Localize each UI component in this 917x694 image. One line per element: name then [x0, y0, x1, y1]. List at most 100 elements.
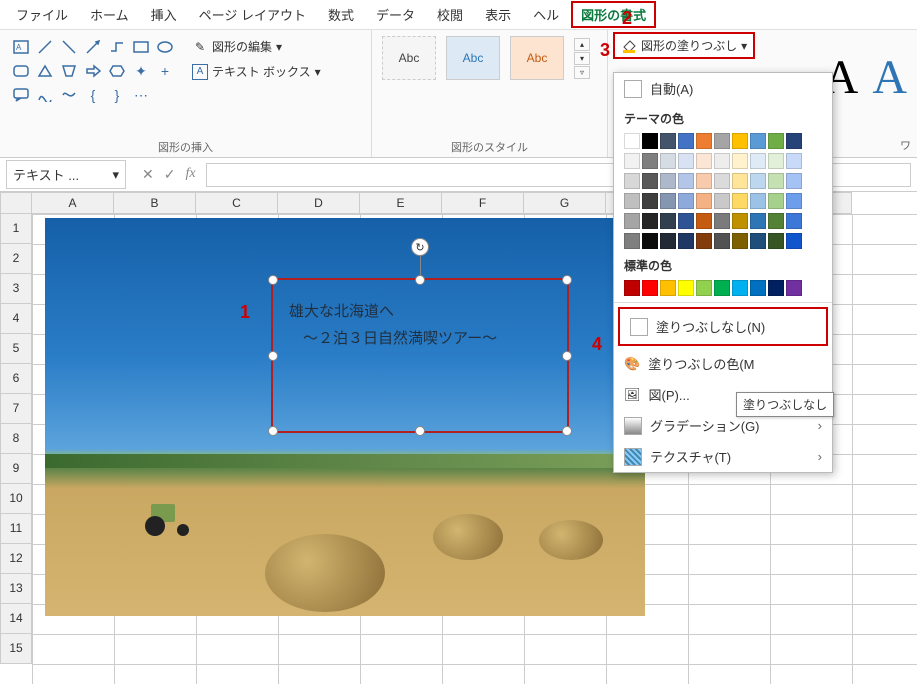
color-swatch[interactable] — [624, 153, 640, 169]
color-swatch[interactable] — [660, 153, 676, 169]
color-swatch[interactable] — [678, 133, 694, 149]
more-colors-item[interactable]: 🎨 塗りつぶしの色(M — [614, 348, 832, 379]
wordart-style-2[interactable]: A — [872, 50, 907, 105]
color-swatch[interactable] — [642, 233, 658, 249]
row-header-2[interactable]: 2 — [0, 244, 32, 274]
edit-shape-button[interactable]: ✎ 図形の編集 ▾ — [186, 36, 327, 57]
color-swatch[interactable] — [714, 193, 730, 209]
color-swatch[interactable] — [624, 133, 640, 149]
shape-rect-icon[interactable] — [130, 36, 152, 58]
resize-handle[interactable] — [415, 426, 425, 436]
texture-fill-item[interactable]: テクスチャ(T) › — [614, 441, 832, 472]
rotation-handle[interactable]: ↻ — [411, 238, 429, 256]
row-header-12[interactable]: 12 — [0, 544, 32, 574]
color-swatch[interactable] — [768, 233, 784, 249]
gallery-down-icon[interactable]: ▾ — [574, 52, 590, 65]
row-header-9[interactable]: 9 — [0, 454, 32, 484]
color-swatch[interactable] — [678, 280, 694, 296]
color-swatch[interactable] — [660, 280, 676, 296]
color-swatch[interactable] — [714, 153, 730, 169]
menu-view[interactable]: 表示 — [475, 1, 521, 28]
color-swatch[interactable] — [786, 213, 802, 229]
color-swatch[interactable] — [678, 173, 694, 189]
color-swatch[interactable] — [714, 280, 730, 296]
accept-formula-icon[interactable]: ✓ — [160, 164, 180, 185]
color-swatch[interactable] — [678, 193, 694, 209]
select-all-corner[interactable] — [0, 192, 32, 214]
color-swatch[interactable] — [678, 153, 694, 169]
color-swatch[interactable] — [732, 193, 748, 209]
row-header-11[interactable]: 11 — [0, 514, 32, 544]
color-swatch[interactable] — [750, 153, 766, 169]
row-header-10[interactable]: 10 — [0, 484, 32, 514]
row-header-6[interactable]: 6 — [0, 364, 32, 394]
color-swatch[interactable] — [732, 153, 748, 169]
color-swatch[interactable] — [660, 193, 676, 209]
row-header-4[interactable]: 4 — [0, 304, 32, 334]
no-fill-item[interactable]: 塗りつぶしなし(N) — [618, 307, 828, 346]
menu-review[interactable]: 校閲 — [427, 1, 473, 28]
col-header-C[interactable]: C — [196, 192, 278, 214]
row-header-14[interactable]: 14 — [0, 604, 32, 634]
style-item-3[interactable]: Abc — [510, 36, 564, 80]
color-swatch[interactable] — [786, 173, 802, 189]
color-swatch[interactable] — [732, 280, 748, 296]
color-swatch[interactable] — [696, 193, 712, 209]
shape-gallery[interactable]: A ✦ + { } ⋯ — [10, 36, 176, 106]
color-swatch[interactable] — [732, 233, 748, 249]
shape-free-icon[interactable] — [58, 84, 80, 106]
shape-rightarrow-icon[interactable] — [82, 60, 104, 82]
fx-icon[interactable]: fx — [181, 164, 199, 185]
color-swatch[interactable] — [750, 213, 766, 229]
col-header-E[interactable]: E — [360, 192, 442, 214]
color-swatch[interactable] — [624, 193, 640, 209]
text-box-button[interactable]: A テキスト ボックス ▾ — [186, 61, 327, 82]
shape-plus-icon[interactable]: + — [154, 60, 176, 82]
color-swatch[interactable] — [624, 173, 640, 189]
row-header-13[interactable]: 13 — [0, 574, 32, 604]
shape-arrow-icon[interactable] — [82, 36, 104, 58]
shape-fill-button[interactable]: 図形の塗りつぶし ▾ — [613, 32, 755, 59]
resize-handle[interactable] — [268, 426, 278, 436]
color-swatch[interactable] — [642, 133, 658, 149]
resize-handle[interactable] — [562, 351, 572, 361]
color-swatch[interactable] — [786, 233, 802, 249]
row-header-1[interactable]: 1 — [0, 214, 32, 244]
name-box[interactable]: テキスト ... ▾ — [6, 160, 126, 189]
color-swatch[interactable] — [786, 280, 802, 296]
shape-more-icon[interactable]: ⋯ — [130, 84, 152, 106]
wordart-gallery[interactable]: A A — [824, 50, 907, 105]
menu-home[interactable]: ホーム — [80, 1, 139, 28]
color-swatch[interactable] — [696, 213, 712, 229]
resize-handle[interactable] — [562, 275, 572, 285]
resize-handle[interactable] — [268, 351, 278, 361]
color-swatch[interactable] — [768, 213, 784, 229]
style-item-2[interactable]: Abc — [446, 36, 500, 80]
resize-handle[interactable] — [562, 426, 572, 436]
color-swatch[interactable] — [624, 280, 640, 296]
col-header-D[interactable]: D — [278, 192, 360, 214]
shape-diamond-icon[interactable] — [58, 60, 80, 82]
color-swatch[interactable] — [714, 133, 730, 149]
color-swatch[interactable] — [714, 173, 730, 189]
row-header-3[interactable]: 3 — [0, 274, 32, 304]
color-swatch[interactable] — [660, 213, 676, 229]
color-swatch[interactable] — [732, 173, 748, 189]
color-swatch[interactable] — [768, 193, 784, 209]
color-swatch[interactable] — [678, 213, 694, 229]
resize-handle[interactable] — [268, 275, 278, 285]
color-swatch[interactable] — [696, 280, 712, 296]
menu-data[interactable]: データ — [366, 1, 425, 28]
color-swatch[interactable] — [750, 280, 766, 296]
shape-brace-icon[interactable]: { — [82, 84, 104, 106]
shape-connector-icon[interactable] — [106, 36, 128, 58]
color-swatch[interactable] — [660, 233, 676, 249]
color-swatch[interactable] — [642, 193, 658, 209]
color-swatch[interactable] — [642, 173, 658, 189]
color-swatch[interactable] — [768, 280, 784, 296]
shape-triangle-icon[interactable] — [34, 60, 56, 82]
color-swatch[interactable] — [786, 133, 802, 149]
color-swatch[interactable] — [768, 133, 784, 149]
color-swatch[interactable] — [732, 213, 748, 229]
color-swatch[interactable] — [750, 233, 766, 249]
